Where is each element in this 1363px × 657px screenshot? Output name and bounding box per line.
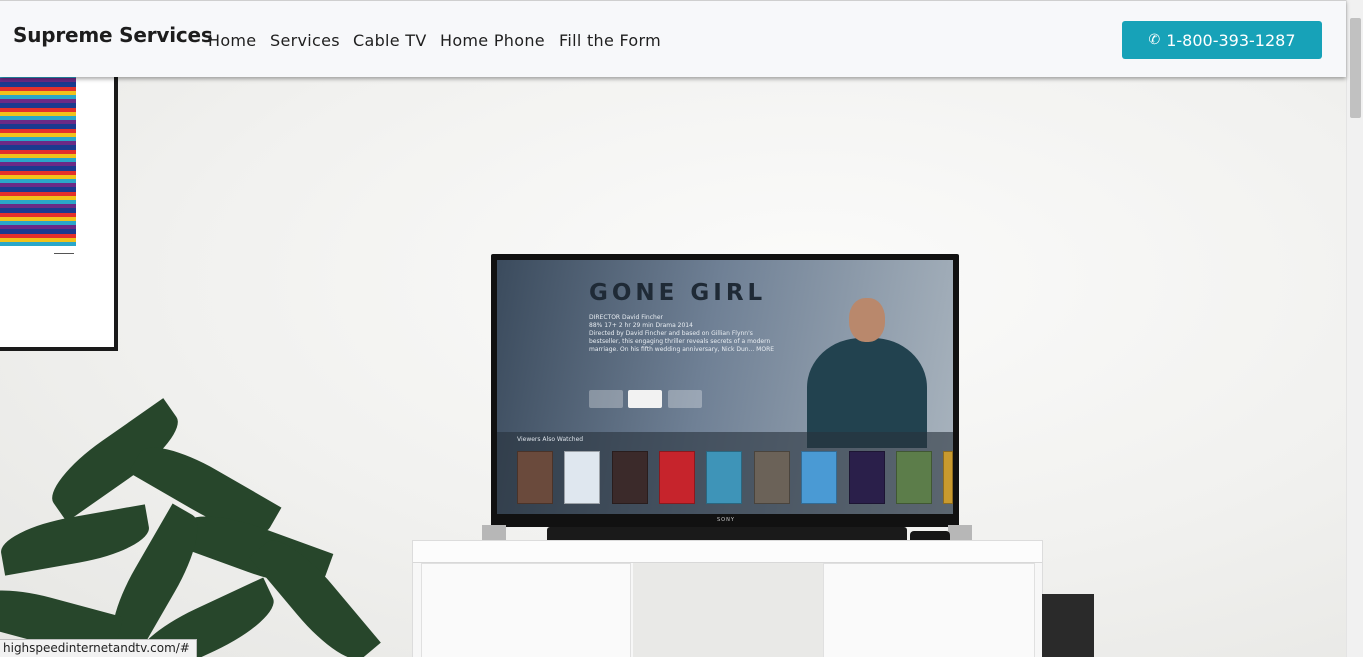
call-button[interactable]: ✆ 1-800-393-1287 bbox=[1122, 21, 1322, 59]
poster bbox=[943, 451, 953, 504]
tv-brand-logo: SONY bbox=[717, 517, 735, 523]
poster bbox=[612, 451, 648, 504]
painting-signature bbox=[54, 251, 74, 254]
cabinet-door bbox=[823, 563, 1035, 657]
tv-shelf-label: Viewers Also Watched bbox=[517, 436, 584, 443]
cabinet-shelf bbox=[633, 563, 1004, 657]
nav-link-home[interactable]: Home bbox=[208, 31, 256, 50]
poster bbox=[801, 451, 837, 504]
call-button-label: 1-800-393-1287 bbox=[1166, 30, 1296, 50]
tv-actor-image bbox=[787, 290, 937, 448]
page: GONE GIRL DIRECTOR David Fincher 88% 17+… bbox=[0, 0, 1363, 657]
poster bbox=[896, 451, 932, 504]
actor-head bbox=[849, 298, 885, 342]
tv-meta-line: 88% 17+ 2 hr 29 min Drama 2014 bbox=[589, 322, 693, 329]
status-url: highspeedinternetandtv.com/# bbox=[0, 639, 197, 657]
brand-logo[interactable]: Supreme Services bbox=[13, 23, 213, 47]
painting-stripes bbox=[0, 77, 76, 246]
tv-meta-line: marriage. On his fifth wedding anniversa… bbox=[589, 346, 775, 353]
tv-screen: GONE GIRL DIRECTOR David Fincher 88% 17+… bbox=[497, 260, 953, 514]
poster bbox=[517, 451, 553, 504]
speaker bbox=[1042, 594, 1094, 657]
tv-meta-line: Directed by David Fincher and based on G… bbox=[589, 330, 753, 337]
nav-link-cable-tv[interactable]: Cable TV bbox=[353, 31, 427, 50]
wall-painting bbox=[0, 77, 118, 351]
tv-meta-line: DIRECTOR David Fincher bbox=[589, 314, 663, 321]
tv-cabinet bbox=[412, 540, 1043, 657]
house-plant bbox=[0, 398, 420, 657]
poster bbox=[659, 451, 695, 504]
tv-movie-title: GONE GIRL bbox=[589, 280, 767, 306]
play-control bbox=[628, 390, 662, 408]
poster bbox=[706, 451, 742, 504]
phone-icon: ✆ bbox=[1148, 32, 1161, 48]
poster bbox=[564, 451, 600, 504]
tv-recommendations: Viewers Also Watched bbox=[497, 432, 953, 514]
nav-link-fill-the-form[interactable]: Fill the Form bbox=[559, 31, 661, 50]
poster bbox=[849, 451, 885, 504]
page-scrollbar[interactable] bbox=[1346, 0, 1363, 657]
nav-link-home-phone[interactable]: Home Phone bbox=[440, 31, 545, 50]
cabinet-top bbox=[413, 541, 1042, 563]
tv-meta-line: bestseller, this engaging thriller revea… bbox=[589, 338, 771, 345]
television: GONE GIRL DIRECTOR David Fincher 88% 17+… bbox=[491, 254, 959, 527]
scrollbar-thumb[interactable] bbox=[1350, 18, 1361, 118]
hero-image: GONE GIRL DIRECTOR David Fincher 88% 17+… bbox=[0, 77, 1346, 657]
wishlist-control bbox=[668, 390, 702, 408]
trailer-control bbox=[589, 390, 623, 408]
tv-movie-meta: DIRECTOR David Fincher 88% 17+ 2 hr 29 m… bbox=[589, 314, 794, 354]
nav-link-services[interactable]: Services bbox=[270, 31, 340, 50]
poster bbox=[754, 451, 790, 504]
cabinet-door bbox=[421, 563, 631, 657]
navbar: Supreme Services Home Services Cable TV … bbox=[0, 0, 1346, 77]
